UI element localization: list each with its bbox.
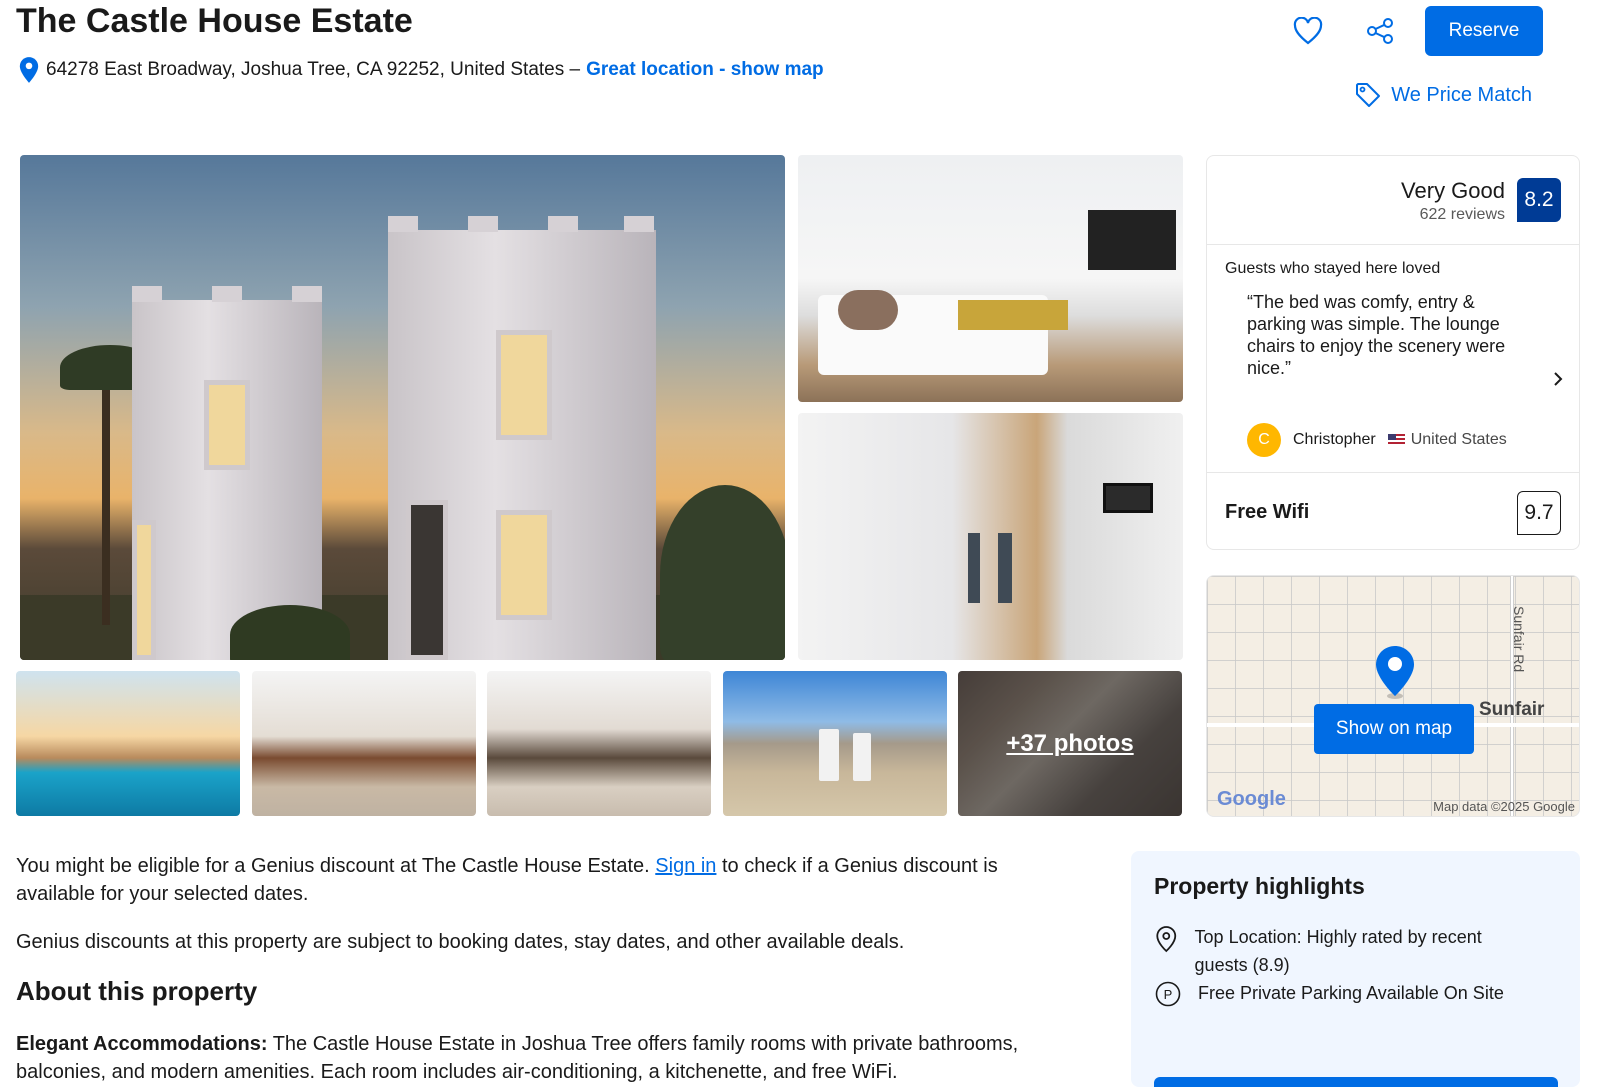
- pool-thumbnail[interactable]: [16, 671, 240, 816]
- highlight-item: P Free Private Parking Available On Site: [1154, 979, 1504, 1007]
- main-photo[interactable]: [20, 155, 785, 660]
- bathroom-photo[interactable]: [798, 413, 1183, 660]
- more-photos-thumbnail[interactable]: +37 photos: [958, 671, 1182, 816]
- reviewer: C Christopher United States: [1247, 423, 1507, 457]
- more-photos-label[interactable]: +37 photos: [1006, 730, 1133, 758]
- review-quote: “The bed was comfy, entry & parking was …: [1247, 292, 1506, 378]
- pillow: [838, 290, 898, 330]
- about-description: Elegant Accommodations: The Castle House…: [16, 1030, 1076, 1086]
- bed-runner: [958, 300, 1068, 330]
- highlight-item: Top Location: Highly rated by recent gue…: [1154, 923, 1534, 979]
- palm-tree: [102, 365, 110, 625]
- share-button[interactable]: [1353, 4, 1407, 58]
- price-match-label: We Price Match: [1391, 83, 1532, 106]
- show-on-map-button[interactable]: Show on map: [1314, 704, 1474, 754]
- next-review-button[interactable]: [1551, 370, 1565, 393]
- svg-text:P: P: [1164, 987, 1173, 1002]
- rating-word: Very Good: [1401, 178, 1505, 203]
- living-room-thumbnail[interactable]: [487, 671, 711, 816]
- aerial-thumbnail[interactable]: [723, 671, 947, 816]
- highlights-title: Property highlights: [1154, 873, 1365, 899]
- about-lead: Elegant Accommodations:: [16, 1033, 268, 1055]
- save-heart-button[interactable]: [1281, 4, 1335, 58]
- map-pin-icon: [1376, 646, 1414, 699]
- about-heading: About this property: [16, 976, 258, 1006]
- show-map-link[interactable]: Great location - show map: [586, 59, 824, 81]
- share-icon: [1367, 18, 1393, 44]
- bedroom-photo[interactable]: [798, 155, 1183, 402]
- parking-icon: P: [1155, 981, 1181, 1007]
- google-logo: Google: [1217, 788, 1286, 810]
- property-highlights: Property highlights Top Location: Highly…: [1131, 851, 1580, 1087]
- us-flag-icon: [1387, 434, 1405, 446]
- top-actions: Reserve: [1281, 4, 1543, 58]
- tower-window: [496, 330, 552, 440]
- highlight-text: Free Private Parking Available On Site: [1198, 983, 1504, 1003]
- guests-loved-label: Guests who stayed here loved: [1225, 260, 1441, 277]
- location-pin-icon: [1156, 926, 1177, 953]
- tower-window: [496, 510, 552, 620]
- review-card: Very Good 622 reviews 8.2 Guests who sta…: [1206, 155, 1580, 550]
- address-text: 64278 East Broadway, Joshua Tree, CA 922…: [46, 59, 581, 80]
- map-credit: Map data ©2025 Google: [1433, 799, 1575, 814]
- right-tower: [388, 216, 656, 660]
- tower-stairs: [406, 500, 448, 660]
- review-score-header[interactable]: Very Good 622 reviews 8.2: [1207, 156, 1579, 245]
- reserve-cta-button[interactable]: [1154, 1077, 1558, 1087]
- reviewer-name: Christopher: [1293, 431, 1376, 448]
- reviewer-country: United States: [1410, 431, 1507, 448]
- location-pin-icon: [19, 57, 39, 83]
- address-row: 64278 East Broadway, Joshua Tree, CA 922…: [18, 56, 824, 84]
- price-tag-icon: [1356, 83, 1381, 107]
- genius-message: You might be eligible for a Genius disco…: [16, 855, 998, 905]
- map-preview[interactable]: Sunfair Rd Show on map Sunfair Google Ma…: [1206, 575, 1580, 817]
- wall-art: [1103, 483, 1153, 513]
- genius-note: Genius discounts at this property are su…: [16, 931, 905, 953]
- review-count: 622 reviews: [1419, 206, 1505, 223]
- avatar: C: [1247, 423, 1281, 457]
- tower-window: [132, 520, 156, 660]
- wifi-score-row: Free Wifi 9.7: [1207, 472, 1579, 550]
- sign-in-link[interactable]: Sign in: [655, 855, 716, 877]
- tv: [1088, 210, 1176, 270]
- wifi-label: Free Wifi: [1225, 501, 1310, 523]
- kitchen-thumbnail[interactable]: [252, 671, 476, 816]
- reserve-button[interactable]: Reserve: [1425, 6, 1543, 56]
- highlight-text: Top Location: Highly rated by recent gue…: [1194, 927, 1482, 975]
- price-match-link[interactable]: We Price Match: [1355, 82, 1532, 108]
- map-town-label: Sunfair: [1479, 699, 1545, 720]
- heart-icon: [1293, 17, 1323, 45]
- tower-window: [204, 380, 250, 470]
- page-title: The Castle House Estate: [16, 2, 413, 40]
- chevron-right-icon: [1554, 372, 1563, 386]
- score-badge: 8.2: [1517, 178, 1561, 222]
- wifi-score-badge: 9.7: [1517, 491, 1561, 535]
- map-road-label: Sunfair Rd: [1511, 606, 1527, 673]
